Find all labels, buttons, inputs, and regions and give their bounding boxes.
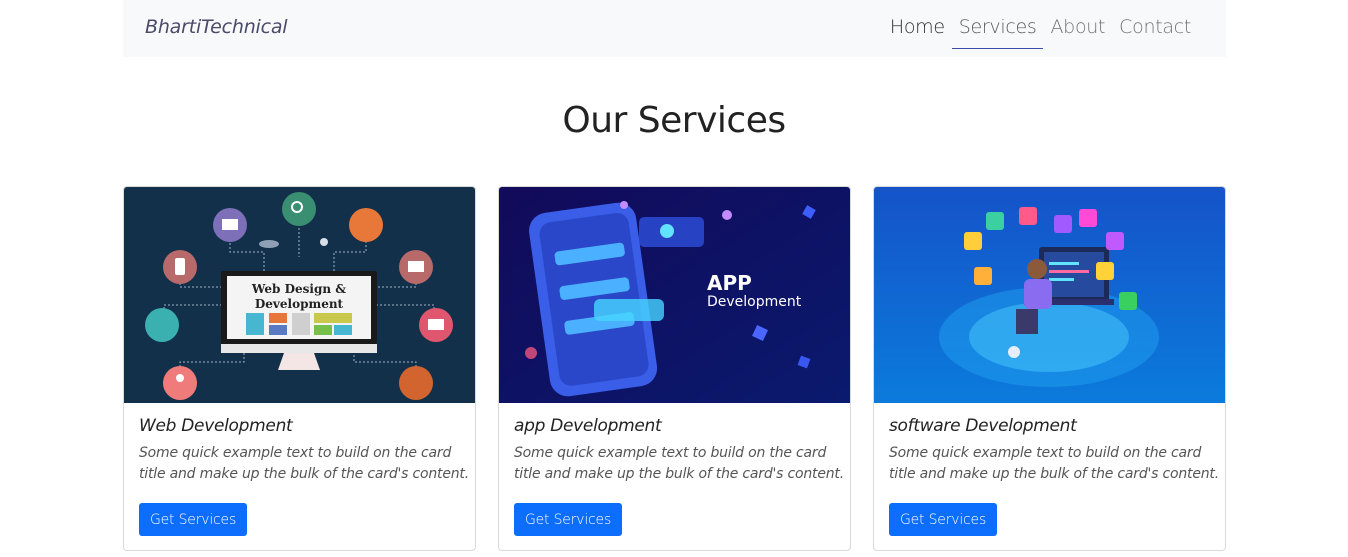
card-text: Some quick example text to build on the … xyxy=(514,445,844,482)
image-caption-line2: Development xyxy=(707,294,802,310)
card-text: Some quick example text to build on the … xyxy=(139,445,469,482)
brand-logo[interactable]: BhartiTechnical xyxy=(145,16,288,38)
nav-link-about[interactable]: About xyxy=(1043,0,1112,49)
get-services-button[interactable]: Get Services xyxy=(889,503,998,536)
service-card-web: Web Design & Development Web Development… xyxy=(123,186,476,551)
image-caption-line1: APP xyxy=(707,271,752,295)
page-title: Our Services xyxy=(562,100,786,141)
service-card-app: APP Development app Development Some qui… xyxy=(498,186,851,551)
nav-links: Home Services About Contact xyxy=(883,0,1198,57)
get-services-button[interactable]: Get Services xyxy=(139,503,248,536)
card-body: software Development Some quick example … xyxy=(889,416,1219,485)
card-body: app Development Some quick example text … xyxy=(514,416,844,485)
nav-link-home[interactable]: Home xyxy=(883,0,952,49)
card-title: app Development xyxy=(514,416,662,436)
web-development-image: Web Design & Development xyxy=(124,187,475,403)
get-services-button[interactable]: Get Services xyxy=(514,503,623,536)
card-title: Web Development xyxy=(139,416,293,436)
card-text: Some quick example text to build on the … xyxy=(889,445,1219,482)
image-caption-line1: Web Design & xyxy=(251,282,346,296)
software-development-image xyxy=(874,187,1225,403)
navbar: BhartiTechnical Home Services About Cont… xyxy=(123,0,1226,57)
card-title: software Development xyxy=(889,416,1077,436)
card-body: Web Development Some quick example text … xyxy=(139,416,469,485)
service-card-software: software Development Some quick example … xyxy=(873,186,1226,551)
nav-link-services[interactable]: Services xyxy=(951,0,1044,49)
app-development-image: APP Development xyxy=(499,187,850,403)
nav-link-contact[interactable]: Contact xyxy=(1112,0,1198,49)
image-caption-line2: Development xyxy=(255,297,344,311)
